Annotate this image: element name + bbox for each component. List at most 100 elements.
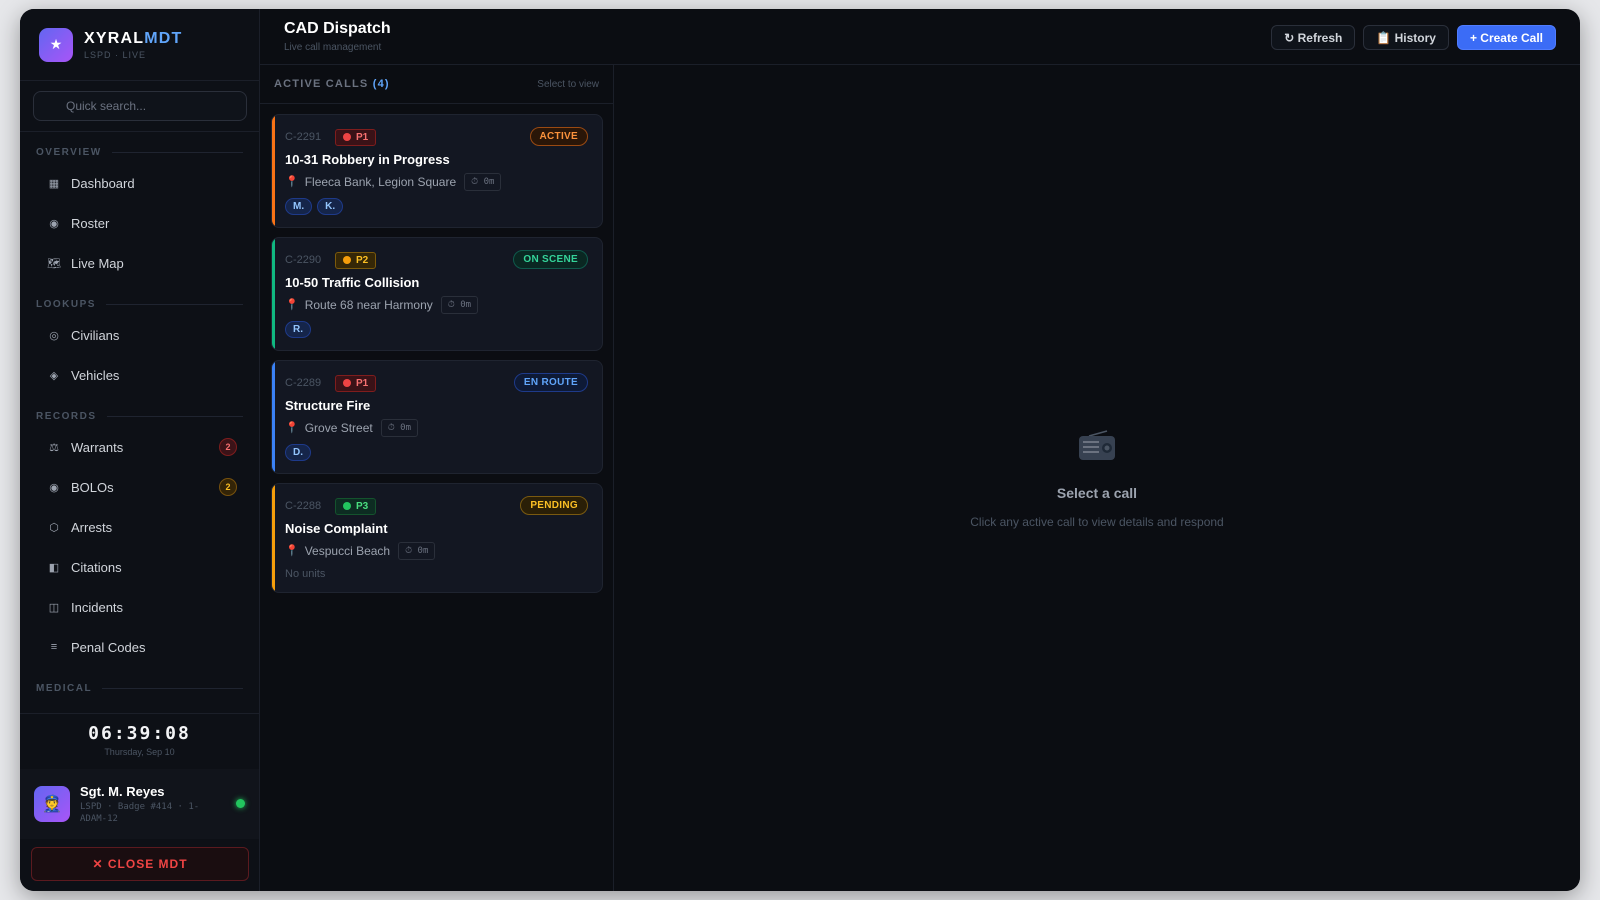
diamond-icon: ◈	[49, 369, 59, 382]
no-units-text: No units	[285, 568, 326, 580]
sidebar-item-label: Live Map	[71, 255, 124, 271]
page-title: CAD Dispatch	[284, 20, 391, 37]
hexagon-icon: ⬡	[49, 521, 59, 534]
call-title: Noise Complaint	[285, 521, 388, 536]
sidebar-item-label: Civilians	[71, 327, 120, 343]
call-timer: ⏱ 0m	[440, 295, 479, 314]
call-card[interactable]: C-2291 P1 ACTIVE 10-31 Robbery in Progre…	[271, 114, 603, 228]
pin-icon: 📍	[285, 176, 299, 188]
active-calls-panel: ACTIVE CALLS (4) Select to view C-2291 P…	[260, 65, 614, 891]
call-id: C-2291	[285, 131, 322, 143]
priority-badge: P1	[335, 374, 377, 392]
call-card[interactable]: C-2288 P3 PENDING Noise Complaint 📍 Vesp…	[271, 483, 603, 593]
user-name: Sgt. M. Reyes	[80, 783, 165, 799]
status-badge: ON SCENE	[513, 250, 588, 269]
active-calls-title: ACTIVE CALLS (4)	[274, 78, 390, 90]
file-icon: ◫	[48, 601, 60, 614]
scale-icon: ⚖	[49, 441, 59, 454]
empty-state-subtitle: Click any active call to view details an…	[970, 515, 1224, 529]
sidebar-item-penal-codes[interactable]: ≡ Penal Codes	[20, 627, 259, 667]
avatar: 👮	[34, 786, 70, 822]
search-input[interactable]	[33, 91, 247, 121]
call-id: C-2290	[285, 254, 322, 266]
warrants-count-badge: 2	[219, 438, 237, 456]
topbar: CAD Dispatch Live call management ↻ Refr…	[260, 9, 1580, 65]
online-status-dot	[236, 799, 245, 808]
refresh-button[interactable]: ↻ Refresh	[1271, 25, 1356, 50]
target-icon: ◉	[49, 217, 59, 230]
priority-badge: P1	[335, 128, 377, 146]
priority-dot-icon	[343, 502, 351, 510]
call-title: 10-50 Traffic Collision	[285, 275, 420, 290]
status-badge: ACTIVE	[529, 127, 588, 146]
priority-badge: P2	[335, 251, 377, 269]
sidebar-item-arrests[interactable]: ⬡ Arrests	[20, 507, 259, 547]
sidebar-item-vehicles[interactable]: ◈ Vehicles	[20, 355, 259, 395]
section-header-medical: MEDICAL	[20, 677, 259, 699]
sidebar-item-civilians[interactable]: ◎ Civilians	[20, 315, 259, 355]
radio-icon	[1079, 430, 1115, 460]
sidebar-item-bolos[interactable]: ◉ BOLOs 2	[20, 467, 259, 507]
sidebar: ★ XYRALMDT LSPD · LIVE OVERVIEW ▦ Dashboa…	[20, 9, 260, 891]
user-panel[interactable]: 👮 Sgt. M. Reyes LSPD · Badge #414 · 1-AD…	[20, 769, 259, 839]
sidebar-item-label: Penal Codes	[71, 639, 146, 655]
sidebar-item-incidents[interactable]: ◫ Incidents	[20, 587, 259, 627]
sidebar-item-dashboard[interactable]: ▦ Dashboard	[20, 163, 259, 203]
unit-chip: M.	[285, 198, 313, 215]
clock-time: 06:39:08	[88, 723, 191, 744]
sidebar-nav: OVERVIEW ▦ Dashboard ◉ Roster 🗺 Live Map LO…	[20, 131, 259, 713]
grid-icon: ▦	[48, 177, 60, 190]
clock-date: Thursday, Sep 10	[104, 747, 175, 757]
user-meta: LSPD · Badge #414 · 1-ADAM-12	[80, 801, 200, 824]
sidebar-item-live-map[interactable]: 🗺 Live Map	[20, 243, 259, 283]
active-calls-count: (4)	[372, 78, 390, 90]
bolos-count-badge: 2	[219, 478, 237, 496]
sidebar-item-warrants[interactable]: ⚖ Warrants 2	[20, 427, 259, 467]
call-location: Route 68 near Harmony	[304, 297, 433, 312]
priority-dot-icon	[343, 133, 351, 141]
empty-state: Select a call Click any active call to v…	[614, 430, 1580, 529]
status-badge: EN ROUTE	[513, 373, 588, 392]
brand-name-part2: MDT	[144, 29, 183, 47]
status-badge: PENDING	[520, 496, 588, 515]
pin-icon: 📍	[285, 545, 299, 557]
call-detail-panel: Select a call Click any active call to v…	[614, 65, 1580, 891]
call-timer: ⏱ 0m	[398, 541, 436, 560]
create-call-button[interactable]: + Create Call	[1456, 25, 1556, 50]
section-header-lookups: LOOKUPS	[20, 293, 259, 315]
sidebar-item-citations[interactable]: ◧ Citations	[20, 547, 259, 587]
call-location: Grove Street	[304, 420, 373, 435]
brand: ★ XYRALMDT LSPD · LIVE	[20, 9, 259, 81]
star-icon: ★	[39, 27, 73, 62]
call-priority-stripe	[272, 238, 275, 350]
sidebar-item-label: BOLOs	[71, 479, 114, 495]
priority-dot-icon	[343, 379, 351, 387]
call-id: C-2289	[285, 377, 322, 389]
calls-hint: Select to view	[537, 78, 599, 90]
call-card[interactable]: C-2290 P2 ON SCENE 10-50 Traffic Collisi…	[271, 237, 603, 351]
list-icon: ≡	[50, 641, 58, 653]
page-subtitle: Live call management	[284, 42, 382, 53]
call-timer: ⏱ 0m	[464, 172, 502, 191]
call-priority-stripe	[272, 484, 275, 592]
unit-chip: R.	[285, 321, 311, 338]
sidebar-item-label: Vehicles	[71, 367, 120, 383]
sidebar-item-roster[interactable]: ◉ Roster	[20, 203, 259, 243]
person-icon: ◎	[49, 329, 59, 342]
calls-list: C-2291 P1 ACTIVE 10-31 Robbery in Progre…	[260, 104, 613, 593]
close-mdt-button[interactable]: ✕ CLOSE MDT	[31, 847, 249, 881]
section-header-records: RECORDS	[20, 405, 259, 427]
sidebar-item-label: Dashboard	[71, 175, 135, 191]
history-button[interactable]: 📋 History	[1363, 25, 1449, 50]
call-location: Vespucci Beach	[304, 543, 391, 558]
priority-badge: P3	[335, 497, 377, 515]
ticket-icon: ◧	[48, 561, 60, 574]
call-priority-stripe	[272, 361, 275, 473]
call-location: Fleeca Bank, Legion Square	[304, 174, 457, 189]
call-card[interactable]: C-2289 P1 EN ROUTE Structure Fire 📍 Grov…	[271, 360, 603, 474]
brand-name-part1: XYRAL	[84, 29, 145, 47]
call-id: C-2288	[285, 500, 322, 512]
target-icon: ◉	[49, 481, 59, 494]
sidebar-item-label: Citations	[71, 559, 122, 575]
call-timer: ⏱ 0m	[380, 418, 419, 437]
